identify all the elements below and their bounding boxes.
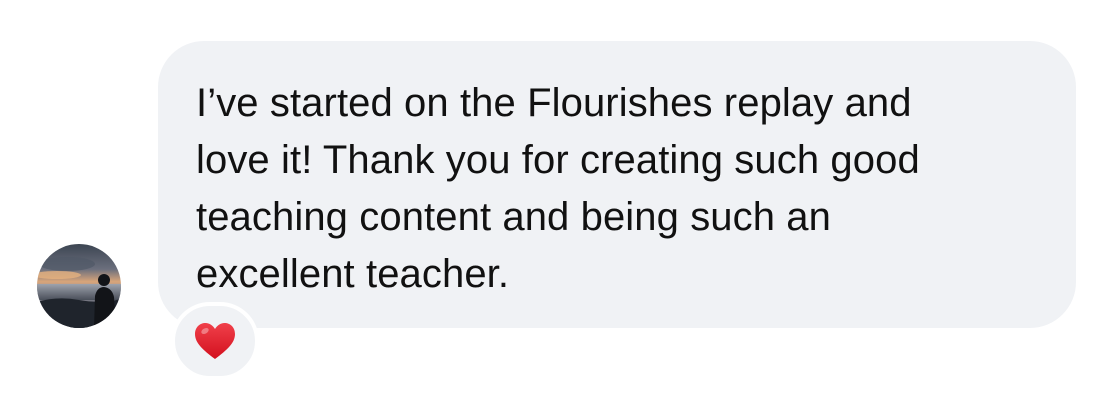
heart-icon	[195, 323, 235, 359]
message-row: I’ve started on the Flourishes replay an…	[0, 0, 1108, 400]
avatar-photo	[37, 244, 121, 328]
avatar[interactable]	[37, 244, 121, 328]
reaction-badge[interactable]	[171, 302, 259, 380]
message-bubble[interactable]: I’ve started on the Flourishes replay an…	[158, 41, 1076, 328]
message-text: I’ve started on the Flourishes replay an…	[196, 81, 920, 296]
